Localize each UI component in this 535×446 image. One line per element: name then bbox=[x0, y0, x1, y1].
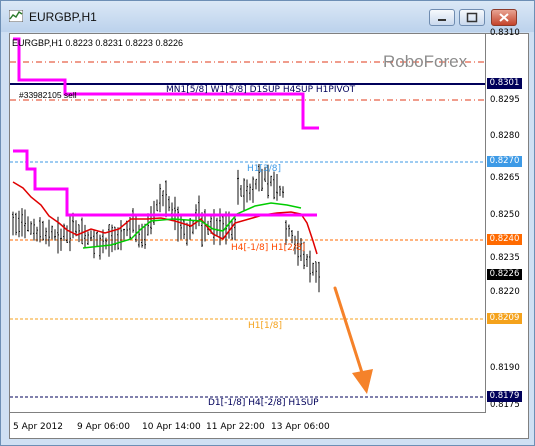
price-label: 0.8190 bbox=[490, 363, 520, 373]
price-label: 0.8220 bbox=[490, 287, 520, 297]
time-axis-divider bbox=[10, 412, 486, 413]
price-label: 0.8310 bbox=[490, 28, 520, 38]
chart-window: EURGBP,H1 EURGBP,H1 0.8223 0.8231 0.8223… bbox=[0, 0, 535, 446]
level-label-pivot: MN1[5/8] W1[5/8] D1SUP H4SUP H1PIVOT bbox=[166, 85, 356, 95]
symbol-ohlc-header: EURGBP,H1 0.8223 0.8231 0.8223 0.8226 bbox=[12, 38, 183, 48]
price-badge-h1-2-8: 0.8240 bbox=[487, 234, 522, 245]
price-label: 0.8280 bbox=[490, 131, 520, 141]
level-label-h1-1-8: H1[1/8] bbox=[248, 321, 283, 331]
forecast-arrow-shaft bbox=[333, 286, 366, 381]
order-label: #33982105 sell bbox=[19, 90, 77, 100]
brand-label: RoboForex bbox=[383, 52, 468, 71]
time-label: 13 Apr 06:00 bbox=[271, 422, 330, 432]
time-label: 10 Apr 14:00 bbox=[142, 422, 201, 432]
price-label: 0.8250 bbox=[490, 210, 520, 220]
time-label: 11 Apr 22:00 bbox=[206, 422, 265, 432]
price-label: 0.8295 bbox=[490, 95, 520, 105]
time-label: 5 Apr 2012 bbox=[13, 422, 63, 432]
level-label-h4-h1: H4[-1/8] H1[2/8] bbox=[231, 243, 306, 253]
price-bars bbox=[12, 164, 320, 293]
level-label-h1-3-8: H1[3/8] bbox=[247, 164, 282, 174]
time-label: 9 Apr 06:00 bbox=[77, 422, 130, 432]
price-label: 0.8235 bbox=[490, 253, 520, 263]
price-badge-h1-3-8: 0.8270 bbox=[487, 156, 522, 167]
level-label-support: D1[-1/8] H4[-2/8] H1SUP bbox=[208, 398, 319, 408]
forecast-arrow-head bbox=[352, 369, 373, 394]
price-badge-h1-1-8: 0.8209 bbox=[487, 313, 522, 324]
price-badge-support: 0.8179 bbox=[487, 391, 522, 402]
price-badge-current: 0.8226 bbox=[487, 269, 522, 280]
price-badge-pivot: 0.8301 bbox=[487, 78, 522, 89]
price-axis-divider bbox=[485, 34, 486, 413]
price-label: 0.8265 bbox=[490, 173, 520, 183]
